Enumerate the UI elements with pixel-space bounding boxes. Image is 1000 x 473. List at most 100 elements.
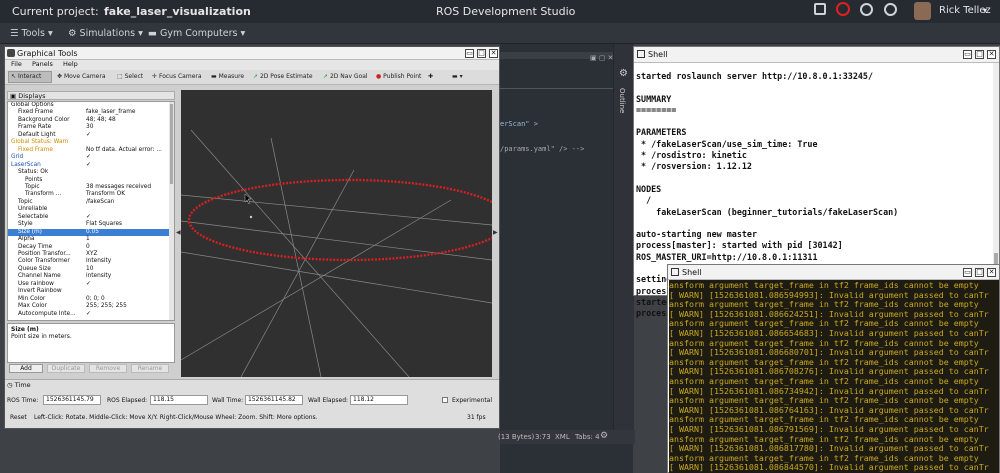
save-icon[interactable]	[814, 3, 826, 15]
language-mode[interactable]: XML	[555, 433, 570, 441]
display-row[interactable]: Grid ✓	[8, 154, 174, 162]
minimize-icon[interactable]: ▭	[963, 268, 972, 277]
collapse-left-icon[interactable]: ◀	[176, 229, 181, 236]
close-icon[interactable]: ✕	[987, 268, 996, 277]
display-row[interactable]: Autocompute Inte... ✓	[8, 311, 174, 319]
scrollbar-thumb[interactable]	[170, 104, 173, 184]
globe-icon[interactable]	[860, 3, 873, 16]
right-toolstrip: ⚙ Outline	[613, 44, 634, 444]
display-row[interactable]: Background Color 48; 48; 48	[8, 117, 174, 125]
tools-menu[interactable]: ☰ Tools ▾	[10, 28, 53, 39]
reset-button[interactable]: Reset	[10, 414, 27, 421]
display-row[interactable]: Use rainbow ✓	[8, 281, 174, 289]
displays-tree[interactable]: Global Options Fixed Frame fake_laser_fram…	[7, 101, 175, 321]
tool-publish-point[interactable]: ● Publish Point	[376, 73, 421, 80]
tool-move-camera[interactable]: ✥ Move Camera	[57, 73, 106, 80]
minimize-icon[interactable]: ▭	[963, 50, 972, 59]
rename-button[interactable]: Rename	[131, 364, 169, 373]
display-row-key: Global Status: Warn	[11, 139, 69, 146]
display-row-value: XYZ	[86, 251, 98, 257]
add-tool-icon[interactable]: ✚	[428, 73, 433, 80]
display-row-key: Background Color	[18, 116, 70, 123]
simulations-menu[interactable]: ⚙ Simulations ▾	[68, 28, 143, 39]
close-icon[interactable]: ✕	[489, 49, 498, 58]
display-row[interactable]: Topic/fakeScan	[8, 199, 174, 207]
wall-elapsed-field[interactable]: 118.12	[350, 395, 408, 405]
tool-2d-pose-estimate[interactable]: ➚ 2D Pose Estimate	[253, 73, 313, 80]
settings-icon[interactable]: ⚙	[600, 431, 608, 441]
display-row[interactable]: Fixed Frame fake_laser_frame	[8, 109, 174, 117]
shell-output[interactable]: ansform argument target_frame in tf2 fra…	[669, 280, 999, 473]
display-row[interactable]: Default Light ✓	[8, 132, 174, 140]
display-row[interactable]: Min Color 0; 0; 0	[8, 296, 174, 304]
3d-viewport[interactable]	[181, 90, 492, 377]
experimental-checkbox[interactable]	[442, 397, 448, 403]
ros-elapsed-field[interactable]: 118.15	[150, 395, 208, 405]
avatar[interactable]	[914, 2, 931, 20]
gear-icon[interactable]: ⚙	[619, 68, 628, 79]
display-row[interactable]: Decay Time 0	[8, 244, 174, 252]
display-row[interactable]: Points	[8, 177, 174, 185]
tool-focus-camera[interactable]: ✛ Focus Camera	[152, 73, 202, 80]
displays-scrollbar[interactable]	[169, 102, 174, 320]
display-row[interactable]: Transform ... Transform OK	[8, 191, 174, 199]
remove-button[interactable]: Remove	[89, 364, 127, 373]
display-row[interactable]: Position Transfor... XYZ	[8, 251, 174, 259]
maximize-icon[interactable]: □	[477, 49, 486, 58]
shell-scrollbar[interactable]	[993, 63, 999, 295]
maximize-icon[interactable]: □	[975, 50, 984, 59]
display-row[interactable]: Style Flat Squares	[8, 221, 174, 229]
grid-line	[181, 194, 492, 226]
duplicate-button[interactable]: Duplicate	[47, 364, 85, 373]
menu-file[interactable]: File	[11, 60, 22, 68]
outline-tab[interactable]: Outline	[618, 88, 626, 113]
menu-help[interactable]: Help	[63, 60, 78, 68]
display-row[interactable]: Frame Rate 30	[8, 124, 174, 132]
display-row[interactable]: LaserScan ✓	[8, 162, 174, 170]
display-row-key: Frame Rate	[18, 124, 52, 131]
power-icon[interactable]	[836, 2, 850, 16]
add-button[interactable]: Add	[9, 364, 43, 373]
display-row[interactable]: Queue Size 10	[8, 266, 174, 274]
menubar: File Panels Help	[5, 60, 499, 70]
collapse-right-icon[interactable]: ▶	[493, 229, 498, 236]
menu-panels[interactable]: Panels	[32, 60, 53, 68]
chevron-down-icon[interactable]: ▾	[983, 6, 987, 15]
display-row[interactable]: Global Options	[8, 102, 174, 110]
cursor-position: 3:73	[535, 433, 551, 441]
ros-time-field[interactable]: 1526361145.79	[43, 395, 101, 405]
minimize-icon[interactable]: ▭	[465, 49, 474, 58]
display-row[interactable]: Global Status: Warn	[8, 139, 174, 147]
focus-camera-icon: ✛	[152, 73, 158, 80]
tool-interact[interactable]: ↖ Interact	[11, 73, 41, 80]
tool-measure[interactable]: ▬ Measure	[211, 73, 244, 80]
display-row-key: Use rainbow	[18, 280, 54, 287]
display-row[interactable]: Channel Name intensity	[8, 273, 174, 281]
clock-icon[interactable]	[884, 3, 897, 16]
maximize-icon[interactable]: □	[975, 268, 984, 277]
display-row[interactable]: Selectable ✓	[8, 214, 174, 222]
display-row[interactable]: Fixed Frame No tf data. Actual error: ...	[8, 147, 174, 155]
display-row[interactable]: Topic 38 messages received	[8, 184, 174, 192]
display-row[interactable]: Invert Rainbow	[8, 288, 174, 296]
tool-2d-nav-goal[interactable]: ➚ 2D Nav Goal	[323, 73, 368, 80]
laser-scan-points	[187, 178, 492, 262]
display-row-value: ✓	[86, 131, 91, 138]
display-row[interactable]: Unreliable	[8, 206, 174, 214]
close-icon[interactable]: ✕	[987, 50, 996, 59]
display-row[interactable]: Status: Ok	[8, 169, 174, 177]
remove-tool-icon[interactable]: ▬ ▾	[452, 73, 463, 80]
display-row[interactable]: Size (m) 0.05	[8, 228, 174, 237]
display-row-value: 0; 0; 0	[86, 295, 105, 302]
display-row-key: Position Transfor...	[18, 251, 71, 257]
gym-computers-menu[interactable]: ▬ Gym Computers ▾	[148, 28, 245, 39]
wall-time-field[interactable]: 1526361145.82	[245, 395, 303, 405]
tool-select[interactable]: ⬚ Select	[117, 73, 143, 80]
editor-tab-icons[interactable]: ▣ ▢ ✕	[590, 54, 614, 62]
shell-window-2: Shell ▭ □ ✕ ansform argument target_fram…	[667, 264, 1000, 473]
display-row[interactable]: Alpha 1	[8, 236, 174, 244]
display-row[interactable]: Max Color 255; 255; 255	[8, 303, 174, 311]
display-row-key: Global Options	[11, 102, 54, 108]
display-row[interactable]: Color Transformer Intensity	[8, 258, 174, 266]
tab-size[interactable]: Tabs: 4	[575, 433, 600, 441]
